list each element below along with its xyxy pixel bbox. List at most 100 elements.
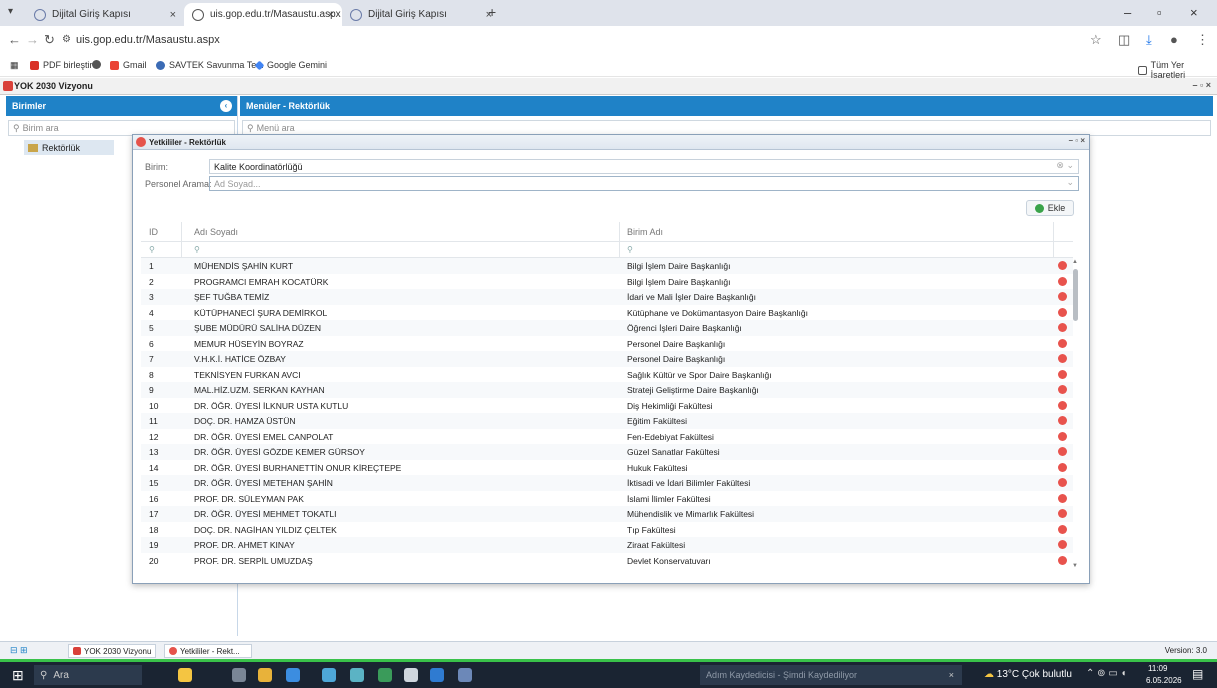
app-icon[interactable] — [458, 668, 472, 682]
file-explorer-icon[interactable] — [258, 668, 272, 682]
reload-icon[interactable]: ↻ — [44, 32, 55, 48]
bookmark-savtek[interactable]: SAVTEK Savunma Te... — [156, 60, 264, 70]
clock-date[interactable]: 6.05.2026 — [1146, 676, 1182, 685]
download-icon[interactable]: ⤓ — [1146, 32, 1152, 48]
clear-chevron-icon[interactable]: ⊗ ⌄ — [1056, 160, 1074, 171]
table-row[interactable]: 4 KÜTÜPHANECİ ŞURA DEMİRKOL Kütüphane ve D… — [141, 305, 1073, 321]
table-row[interactable]: 8 TEKNİSYEN FURKAN AVCI Sağlık Kültür ve S… — [141, 367, 1073, 383]
table-row[interactable]: 1 MÜHENDİS ŞAHİN KURT Bilgi İşlem Daire Ba… — [141, 258, 1073, 274]
tab-list-chevron-icon[interactable]: ▾ — [8, 6, 13, 17]
bookmark-chrome[interactable] — [92, 60, 105, 69]
delete-icon[interactable] — [1058, 369, 1067, 379]
tray-icons[interactable]: ⌃ ⊚ ▭ ◖ — [1086, 668, 1127, 679]
app-icon[interactable] — [322, 668, 336, 682]
table-row[interactable]: 15 DR. ÖĞR. ÜYESİ METEHAN ŞAHİN İktisadi v… — [141, 475, 1073, 491]
delete-icon[interactable] — [1058, 276, 1067, 286]
close-icon[interactable]: × — [949, 670, 954, 680]
window-controls-icon[interactable]: – ▫ × — [1193, 80, 1211, 90]
app-icon[interactable] — [350, 668, 364, 682]
task-view-icon[interactable] — [232, 668, 246, 682]
weather[interactable]: ☁ 13°C Çok bulutlu — [984, 669, 1072, 680]
add-button[interactable]: Ekle — [1026, 200, 1074, 216]
delete-icon[interactable] — [1058, 509, 1067, 518]
minimize-icon[interactable]: – — [1124, 5, 1131, 20]
table-row[interactable]: 13 DR. ÖĞR. ÜYESİ GÖZDE KEMER GÜRSOY Güzel… — [141, 444, 1073, 460]
delete-icon[interactable] — [1058, 431, 1067, 441]
personnel-search-input[interactable]: Ad Soyad... ⌄ — [209, 176, 1079, 191]
tree-item-rektorluk[interactable]: Rektörlük — [24, 140, 114, 155]
close-window-icon[interactable]: × — [1190, 5, 1198, 20]
scroll-up-icon[interactable]: ▲ — [1072, 259, 1078, 265]
delete-icon[interactable] — [1058, 416, 1067, 425]
table-row[interactable]: 2 PROGRAMCI EMRAH KOCATÜRK Bilgi İşlem Dai… — [141, 274, 1073, 290]
all-bookmarks[interactable]: Tüm Yer İşaretleri — [1138, 60, 1217, 80]
unit-select[interactable]: Kalite Koordinatörlüğü ⊗ ⌄ — [209, 159, 1079, 174]
url-field[interactable]: uis.gop.edu.tr/Masaustu.aspx — [76, 30, 220, 50]
bookmark-gmail[interactable]: Gmail — [110, 60, 147, 70]
scroll-down-icon[interactable]: ▼ — [1072, 563, 1078, 569]
table-row[interactable]: 14 DR. ÖĞR. ÜYESİ BURHANETTİN ONUR KİREÇT… — [141, 460, 1073, 476]
new-tab-icon[interactable]: + — [488, 4, 496, 20]
bookmark-star-icon[interactable]: ☆ — [1090, 32, 1102, 48]
delete-icon[interactable] — [1058, 493, 1067, 503]
delete-icon[interactable] — [1058, 447, 1067, 456]
table-row[interactable]: 19 PROF. DR. AHMET KINAY Ziraat Fakültesi — [141, 537, 1073, 553]
table-row[interactable]: 9 MAL.HİZ.UZM. SERKAN KAYHAN Strateji Geli… — [141, 382, 1073, 398]
table-row[interactable]: 11 DOÇ. DR. HAMZA ÜSTÜN Eğitim Fakültesi — [141, 413, 1073, 429]
table-row[interactable]: 12 DR. ÖĞR. ÜYESİ EMEL CANPOLAT Fen-Edebiy… — [141, 429, 1073, 445]
menu-icon[interactable]: ⋮ — [1196, 32, 1209, 48]
delete-icon[interactable] — [1058, 385, 1067, 394]
table-row[interactable]: 16 PROF. DR. SÜLEYMAN PAK İslami İlimler F… — [141, 491, 1073, 507]
step-recorder-notification[interactable]: Adım Kaydedicisi - Şimdi Kaydediliyor × — [700, 665, 962, 685]
delete-icon[interactable] — [1058, 478, 1067, 487]
filter-name-icon[interactable]: ⚲ — [194, 245, 200, 254]
delete-icon[interactable] — [1058, 307, 1067, 317]
app-icon[interactable] — [430, 668, 444, 682]
delete-icon[interactable] — [1058, 540, 1067, 549]
maximize-icon[interactable]: ▫ — [1157, 5, 1162, 20]
browser-tab-2[interactable]: uis.gop.edu.tr/Masaustu.aspx × — [184, 3, 342, 26]
widgets-icon[interactable] — [178, 668, 192, 682]
taskbar-search[interactable]: ⚲ Ara — [34, 665, 142, 685]
site-settings-icon[interactable]: ⚙ — [62, 34, 71, 45]
extensions-icon[interactable]: ◫ — [1118, 32, 1130, 48]
app-tab-yok[interactable]: YOK 2030 Vizyonu — [68, 644, 156, 658]
bookmark-gemini[interactable]: Google Gemini — [254, 60, 327, 70]
edge-icon[interactable] — [286, 668, 300, 682]
table-scrollbar[interactable]: ▲ ▼ — [1072, 259, 1080, 575]
filter-unit-icon[interactable]: ⚲ — [627, 245, 633, 254]
app-icon[interactable] — [404, 668, 418, 682]
table-row[interactable]: 17 DR. ÖĞR. ÜYESİ MEHMET TOKATLI Mühendisl… — [141, 506, 1073, 522]
notifications-icon[interactable]: ▤ — [1192, 667, 1203, 681]
forward-icon[interactable]: → — [26, 32, 39, 47]
table-row[interactable]: 7 V.H.K.İ. HATİCE ÖZBAY Personel Daire Baş… — [141, 351, 1073, 367]
delete-icon[interactable] — [1058, 400, 1067, 410]
app-icon[interactable] — [378, 668, 392, 682]
table-row[interactable]: 10 DR. ÖĞR. ÜYESİ İLKNUR USTA KUTLU Diş He… — [141, 398, 1073, 414]
delete-icon[interactable] — [1058, 354, 1067, 363]
column-header-name[interactable]: Adı Soyadı — [194, 227, 238, 237]
table-row[interactable]: 18 DOÇ. DR. NAGİHAN YILDIZ ÇELTEK Tıp Fakü… — [141, 522, 1073, 538]
windows-start-icon[interactable]: ⊞ — [12, 667, 24, 684]
browser-tab-1[interactable]: Dijital Giriş Kapısı × — [26, 3, 184, 26]
bookmark-pdf[interactable]: PDF birleştir — [30, 60, 93, 70]
chevron-down-icon[interactable]: ⌄ — [1066, 177, 1074, 188]
filter-id-icon[interactable]: ⚲ — [149, 245, 155, 254]
delete-icon[interactable] — [1058, 261, 1067, 270]
table-row[interactable]: 3 ŞEF TUĞBA TEMİZ İdari ve Mali İşler Dair… — [141, 289, 1073, 305]
collapse-icon[interactable]: ‹ — [220, 100, 232, 112]
app-tab-authorized[interactable]: Yetkililer - Rekt... — [164, 644, 252, 658]
close-tab-icon[interactable]: × — [170, 9, 176, 21]
delete-icon[interactable] — [1058, 338, 1067, 348]
delete-icon[interactable] — [1058, 323, 1067, 332]
close-tab-icon[interactable]: × — [328, 9, 334, 21]
delete-icon[interactable] — [1058, 555, 1067, 565]
apps-icon[interactable]: ▦ — [10, 60, 19, 71]
profile-icon[interactable]: ● — [1170, 32, 1178, 47]
column-header-unit[interactable]: Birim Adı — [627, 227, 663, 237]
delete-icon[interactable] — [1058, 462, 1067, 472]
browser-tab-3[interactable]: Dijital Giriş Kapısı × — [342, 3, 500, 26]
table-row[interactable]: 6 MEMUR HÜSEYİN BOYRAZ Personel Daire Başk… — [141, 336, 1073, 352]
scrollbar-thumb[interactable] — [1073, 269, 1078, 321]
dialog-window-controls-icon[interactable]: – ▫ × — [1069, 136, 1085, 145]
